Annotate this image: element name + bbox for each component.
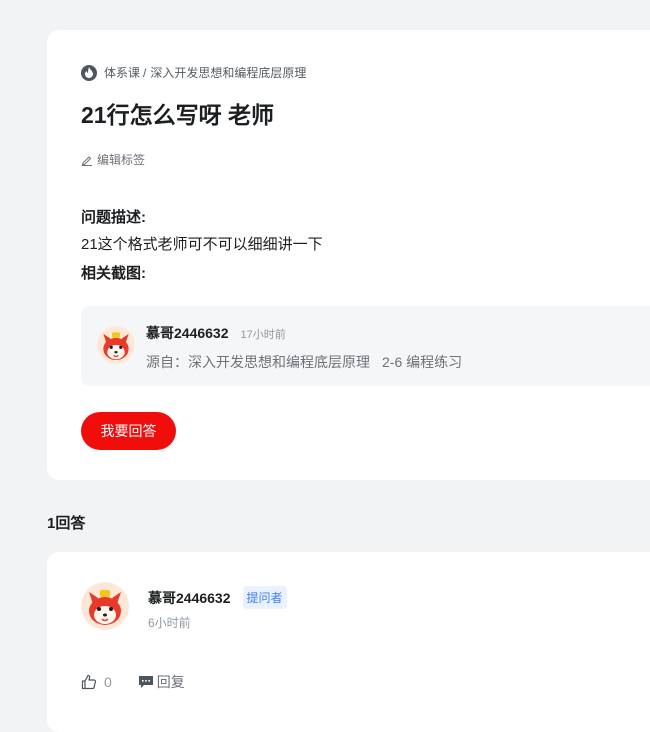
answers-count: 1回答 xyxy=(47,515,86,532)
answer-button[interactable]: 我要回答 xyxy=(81,412,176,450)
edit-tag-button[interactable]: 编辑标签 xyxy=(81,151,145,168)
question-title: 21行怎么写呀 老师 xyxy=(81,102,274,128)
post-time: 17小时前 xyxy=(240,329,286,341)
like-button[interactable]: 0 xyxy=(81,674,112,690)
question-source-box: 慕哥2446632 17小时前 源自：深入开发思想和编程底层原理 2-6 编程练习 xyxy=(81,306,650,386)
source-user-row: 慕哥2446632 17小时前 xyxy=(146,323,286,343)
thumbs-up-icon xyxy=(81,674,97,690)
flame-icon xyxy=(81,64,97,81)
breadcrumb-course-name[interactable]: 深入开发思想和编程底层原理 xyxy=(150,64,306,81)
fox-avatar-icon xyxy=(97,326,135,364)
username[interactable]: 慕哥2446632 xyxy=(146,323,229,343)
breadcrumb-course-type[interactable]: 体系课 xyxy=(104,64,140,81)
description-text: 21这个格式老师可不可以细细讲一下 xyxy=(81,236,323,253)
answer-actions: 0 回复 xyxy=(81,672,185,692)
breadcrumb-separator: / xyxy=(143,65,147,80)
avatar[interactable] xyxy=(81,582,129,630)
comment-icon xyxy=(138,676,153,688)
username[interactable]: 慕哥2446632 xyxy=(148,588,231,608)
avatar[interactable] xyxy=(97,326,135,364)
pencil-icon xyxy=(81,155,92,166)
question-card: 体系课 / 深入开发思想和编程底层原理 21行怎么写呀 老师 编辑标签 问题描述… xyxy=(47,30,650,480)
like-count: 0 xyxy=(104,674,112,690)
screenshot-heading: 相关截图: xyxy=(81,265,146,282)
reply-button[interactable]: 回复 xyxy=(138,672,185,692)
answer-time: 6小时前 xyxy=(148,616,191,630)
fox-avatar-icon xyxy=(81,582,129,630)
answer-card: 慕哥2446632 提问者 6小时前 0 回复 xyxy=(47,552,650,732)
answer-user-row: 慕哥2446632 提问者 xyxy=(148,586,287,609)
description-heading: 问题描述: xyxy=(81,209,146,226)
source-course: 源自：深入开发思想和编程底层原理 xyxy=(146,354,370,370)
source-link[interactable]: 源自：深入开发思想和编程底层原理 2-6 编程练习 xyxy=(146,352,462,372)
breadcrumb: 体系课 / 深入开发思想和编程底层原理 xyxy=(81,64,306,81)
source-chapter: 2-6 编程练习 xyxy=(382,354,463,370)
reply-label: 回复 xyxy=(156,674,185,690)
edit-tag-label: 编辑标签 xyxy=(97,153,146,167)
asker-badge: 提问者 xyxy=(242,586,287,609)
